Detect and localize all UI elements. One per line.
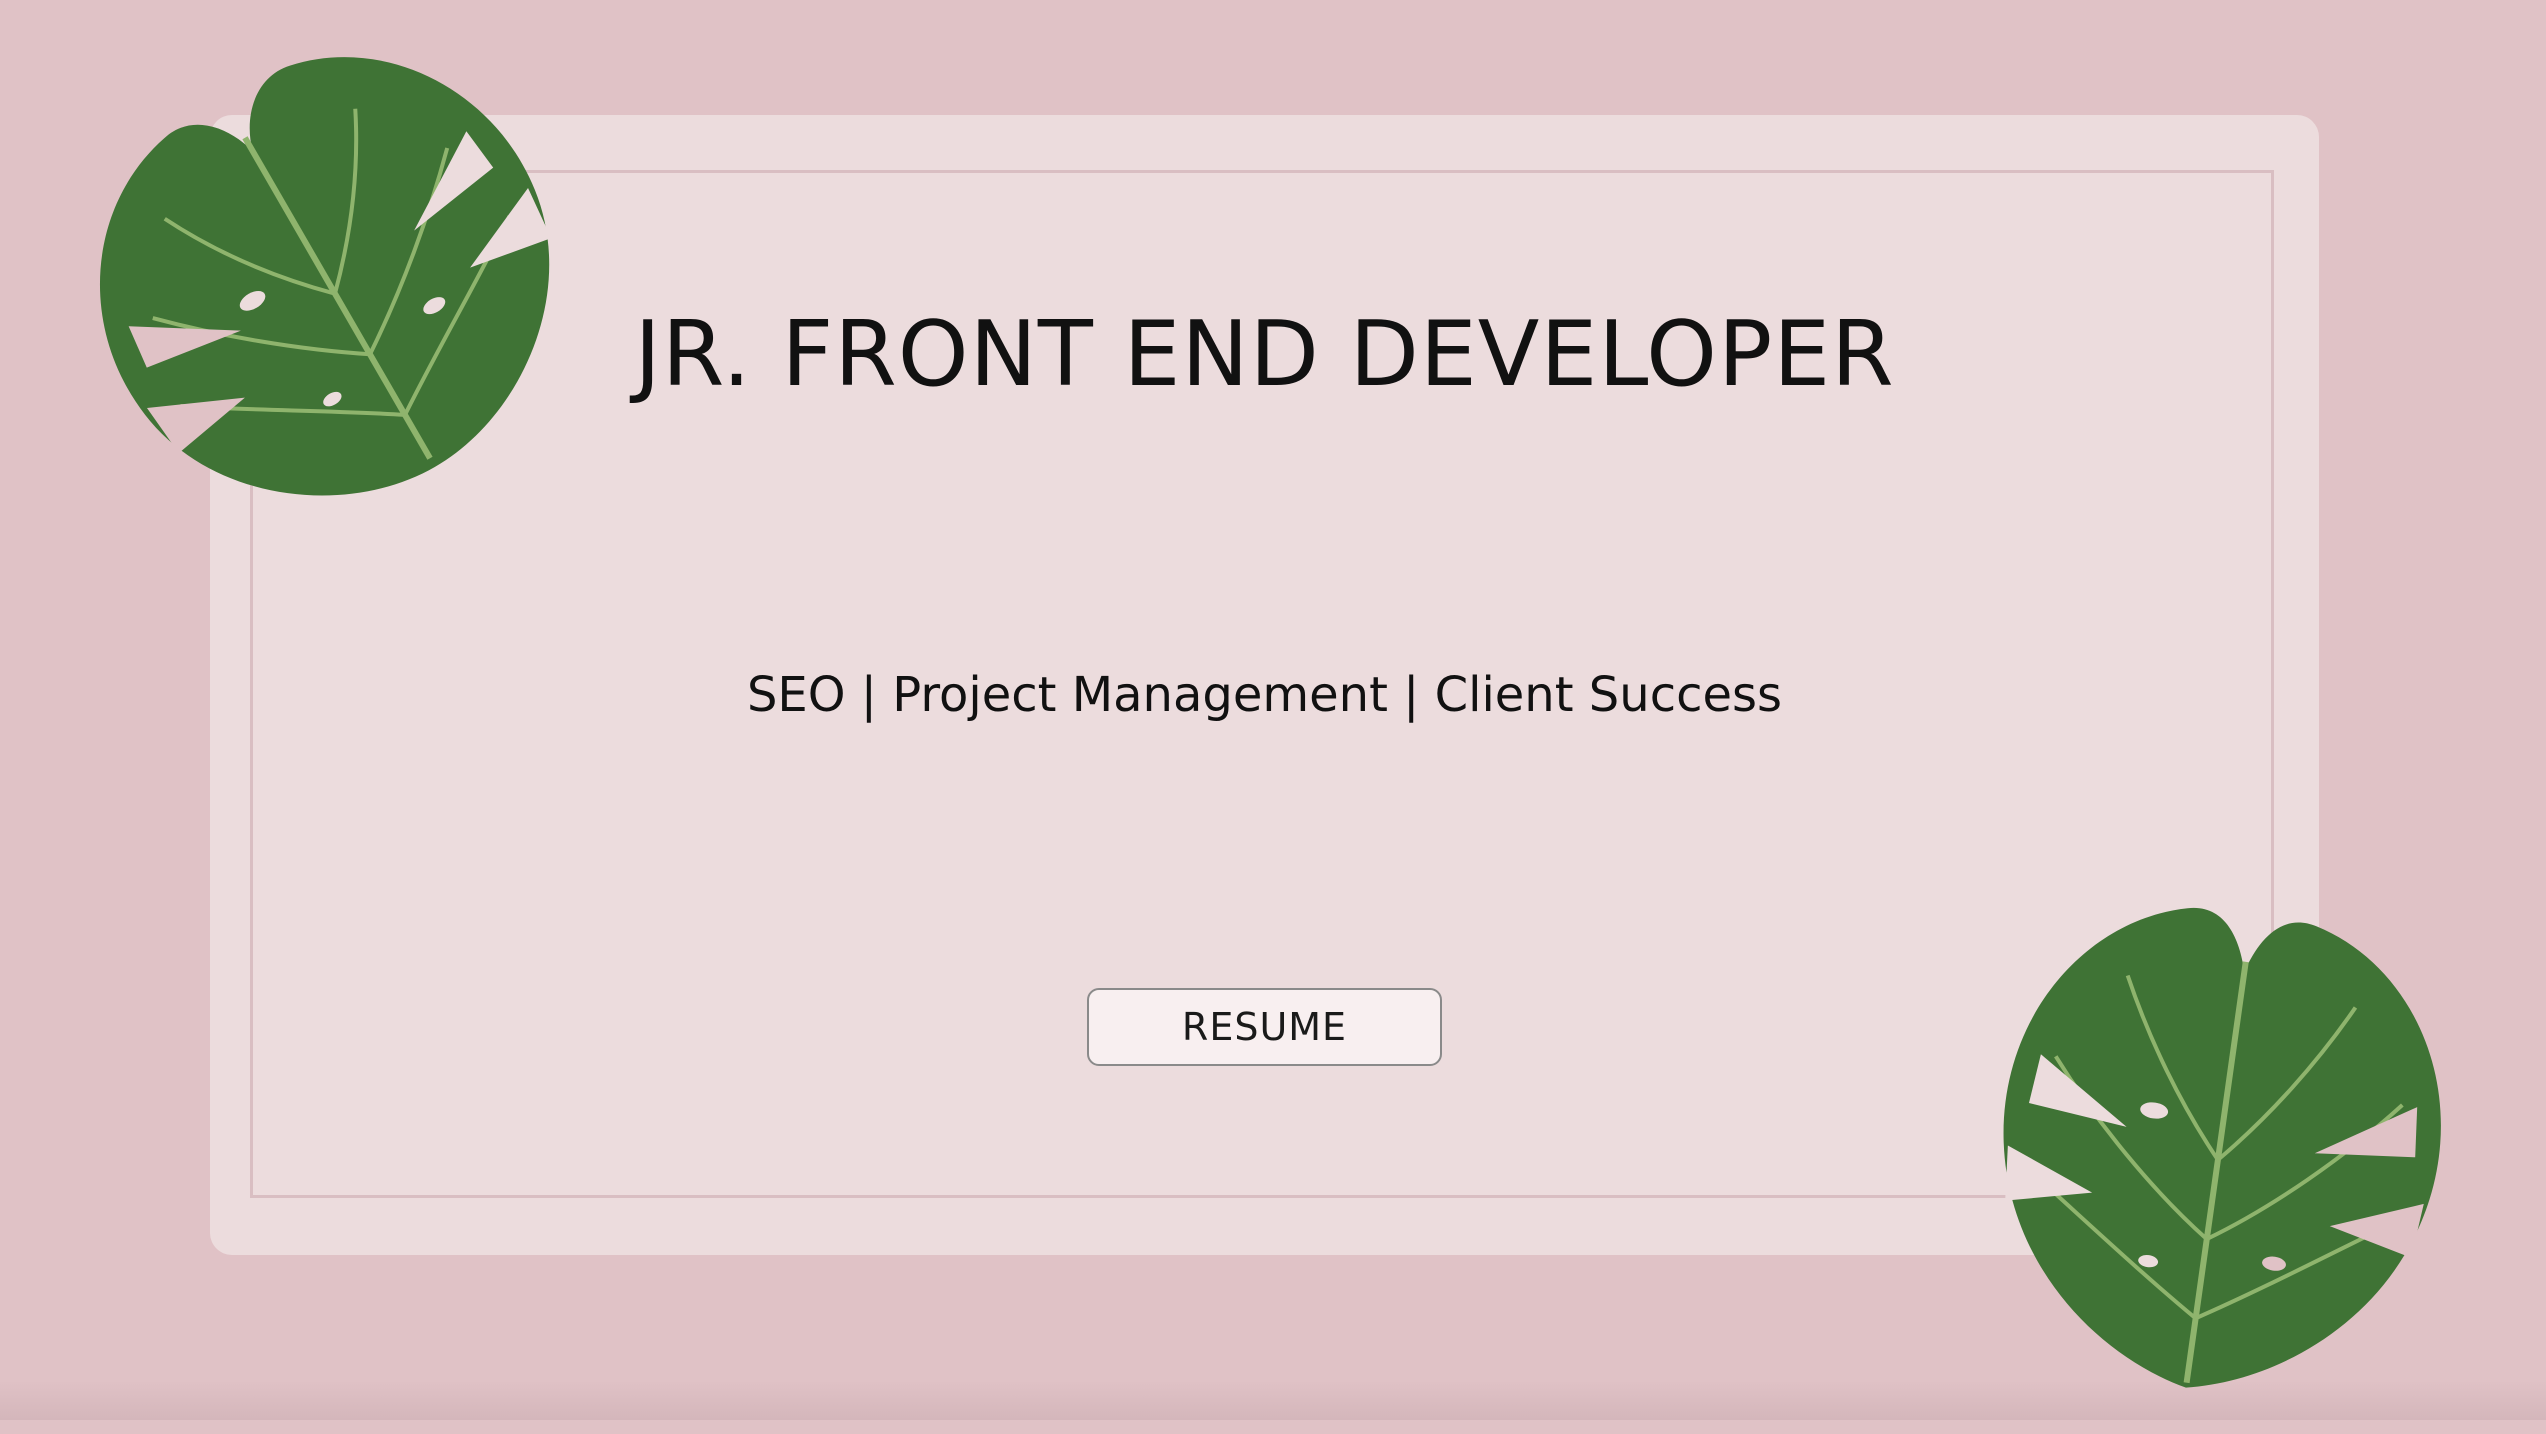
skills-subtitle: SEO | Project Management | Client Succes… <box>746 667 1783 723</box>
resume-button[interactable]: RESUME <box>1087 988 1442 1066</box>
monstera-leaf-icon <box>1952 860 2488 1430</box>
